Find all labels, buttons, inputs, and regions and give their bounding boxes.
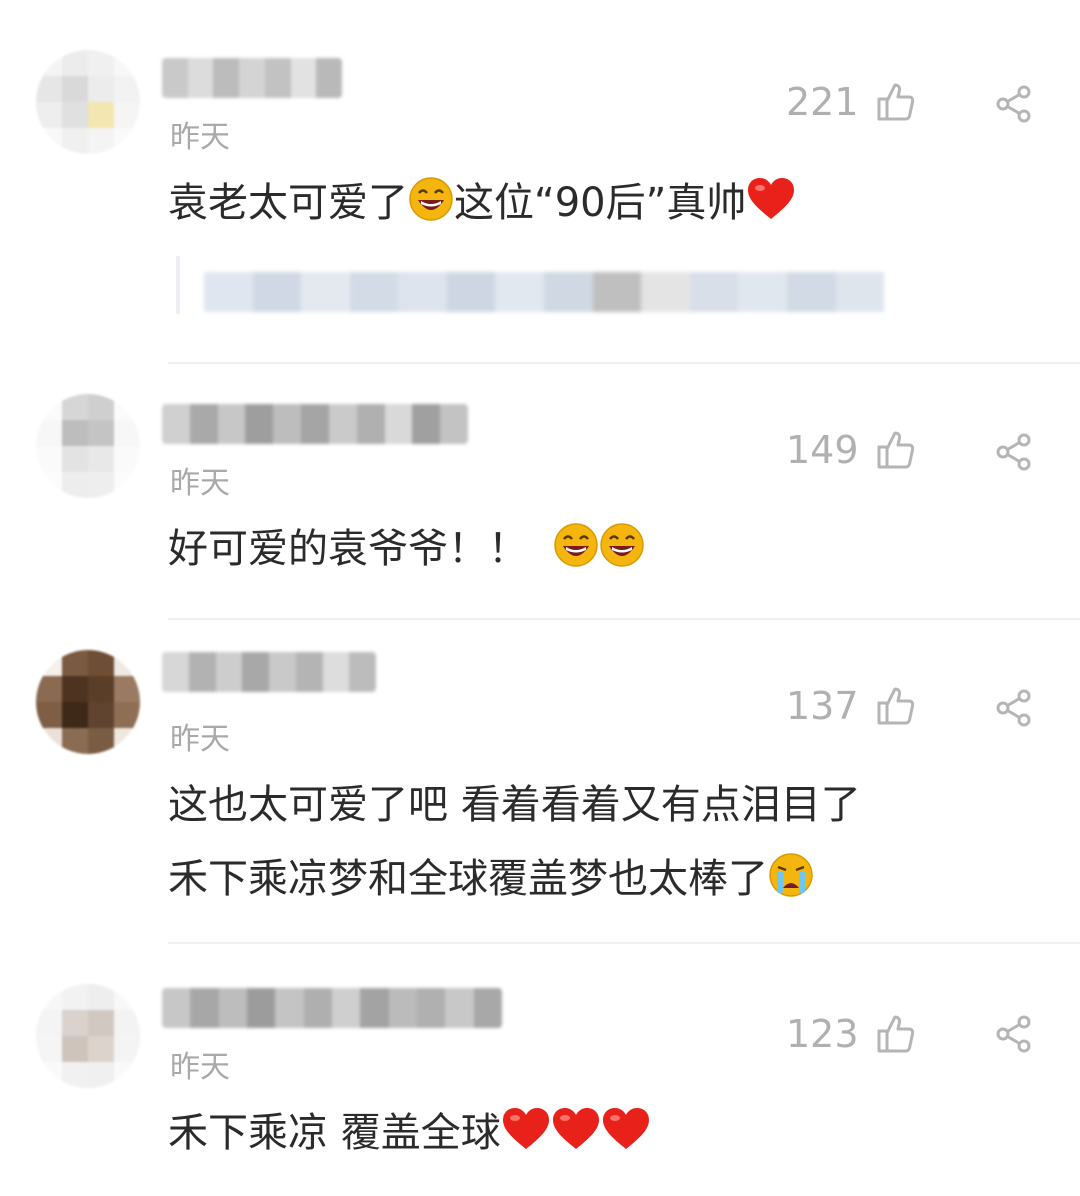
thumbs-up-icon <box>877 1015 914 1053</box>
laugh-emoji-icon <box>409 177 453 221</box>
comment-1: 昨天 221 袁老太可爱了 这位“90后”真帅 <box>0 0 1080 360</box>
comment-2: 昨天 149 好可爱的袁爷爷！！ <box>0 364 1080 622</box>
avatar[interactable] <box>36 394 140 498</box>
reply-preview-blurred[interactable] <box>176 256 892 314</box>
comment-time: 昨天 <box>170 1050 230 1085</box>
like-count: 137 <box>786 684 859 728</box>
laugh-emoji-icon <box>600 523 645 567</box>
like-count: 149 <box>786 428 859 472</box>
thumbs-up-icon <box>877 431 914 469</box>
heart-icon <box>748 178 795 219</box>
share-icon[interactable] <box>994 1014 1034 1054</box>
share-icon[interactable] <box>994 432 1034 472</box>
comment-text-line-1: 这也太可爱了吧 看着看着又有点泪目了 <box>168 782 861 828</box>
comment-time: 昨天 <box>170 722 230 757</box>
laugh-emoji-icon <box>554 523 599 567</box>
comment-text: 好可爱的袁爷爷！！ <box>168 512 645 586</box>
username-blurred[interactable] <box>162 58 342 98</box>
heart-icon <box>502 1108 549 1149</box>
comment-text: 禾下乘凉 覆盖全球 <box>168 1096 651 1170</box>
like-count: 221 <box>786 80 859 124</box>
avatar[interactable] <box>36 50 140 154</box>
comment-text-line-2: 禾下乘凉梦和全球覆盖梦也太棒了 <box>168 842 814 916</box>
heart-icon <box>602 1108 649 1149</box>
username-blurred[interactable] <box>162 988 502 1028</box>
username-blurred[interactable] <box>162 404 468 444</box>
like-button[interactable]: 123 <box>786 1012 915 1056</box>
comment-time: 昨天 <box>170 120 230 155</box>
like-button[interactable]: 137 <box>786 684 915 728</box>
comment-3: 昨天 137 这也太可爱了吧 看着看着又有点泪目了 禾下乘凉梦和全球覆盖梦也太棒… <box>0 620 1080 942</box>
crying-emoji-icon <box>769 853 813 897</box>
comment-time: 昨天 <box>170 466 230 501</box>
username-blurred[interactable] <box>162 652 376 692</box>
avatar[interactable] <box>36 650 140 754</box>
share-icon[interactable] <box>994 688 1034 728</box>
avatar[interactable] <box>36 984 140 1088</box>
like-button[interactable]: 221 <box>786 80 915 124</box>
thumbs-up-icon <box>877 687 914 725</box>
like-button[interactable]: 149 <box>786 428 915 472</box>
heart-icon <box>552 1108 599 1149</box>
comment-4: 昨天 123 禾下乘凉 覆盖全球 <box>0 944 1080 1196</box>
like-count: 123 <box>786 1012 859 1056</box>
thumbs-up-icon <box>877 83 914 121</box>
comment-text: 袁老太可爱了 这位“90后”真帅 <box>168 166 796 240</box>
share-icon[interactable] <box>994 84 1034 124</box>
